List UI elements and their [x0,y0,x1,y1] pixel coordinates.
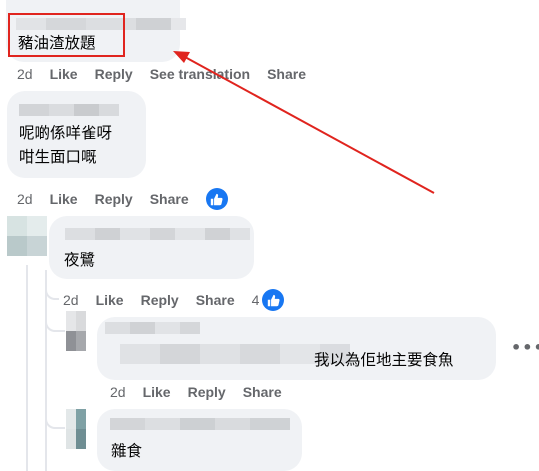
thumbs-up-icon [205,188,228,210]
share-button[interactable]: Share [267,66,306,82]
reaction-badge[interactable]: 4 [252,289,285,311]
share-button[interactable]: Share [196,292,235,308]
reaction-badge[interactable] [205,188,228,210]
blurred-author-name [105,322,200,334]
reply-button[interactable]: Reply [95,66,133,82]
comment-text: 我以為佢地主要食魚 [314,351,454,369]
comment-timestamp[interactable]: 2d [63,292,79,308]
comment-thread: 豬油渣放題 2d Like Reply See translation Shar… [0,0,539,471]
comment-text-line: 呢啲係咩雀呀 [19,124,113,142]
avatar[interactable] [66,311,86,351]
thread-line [26,265,28,471]
thread-connector [45,300,65,332]
like-button[interactable]: Like [96,292,124,308]
share-button[interactable]: Share [243,384,282,400]
comment-text: 雜食 [111,442,143,460]
more-options-icon[interactable]: ••• [511,340,539,356]
share-button[interactable]: Share [150,191,189,207]
thread-connector [45,280,59,300]
reply-button[interactable]: Reply [141,292,179,308]
comment-actions: 2d Like Reply See translation Share [17,66,323,82]
blurred-author-name [19,104,119,116]
thumbs-up-icon [262,289,285,311]
comment-text: 夜鷺 [64,251,96,269]
avatar[interactable] [7,216,47,256]
like-button[interactable]: Like [143,384,171,400]
highlight-box [8,13,125,57]
reaction-count: 4 [251,292,260,308]
reply-button[interactable]: Reply [188,384,226,400]
see-translation-link[interactable]: See translation [150,66,250,82]
blurred-author-name [65,228,250,240]
comment-text-line: 咁生面口嘅 [19,148,97,166]
comment-timestamp[interactable]: 2d [110,384,126,400]
like-button[interactable]: Like [50,191,78,207]
comment-actions: 2d Like Reply Share 4 [63,289,285,311]
reply-button[interactable]: Reply [95,191,133,207]
comment-actions: 2d Like Reply Share [110,384,299,400]
blurred-author-name [110,418,290,430]
comment-timestamp[interactable]: 2d [17,191,33,207]
thread-connector [45,405,65,429]
comment-actions: 2d Like Reply Share [17,188,228,210]
comment-timestamp[interactable]: 2d [17,66,33,82]
like-button[interactable]: Like [50,66,78,82]
avatar[interactable] [66,409,86,449]
